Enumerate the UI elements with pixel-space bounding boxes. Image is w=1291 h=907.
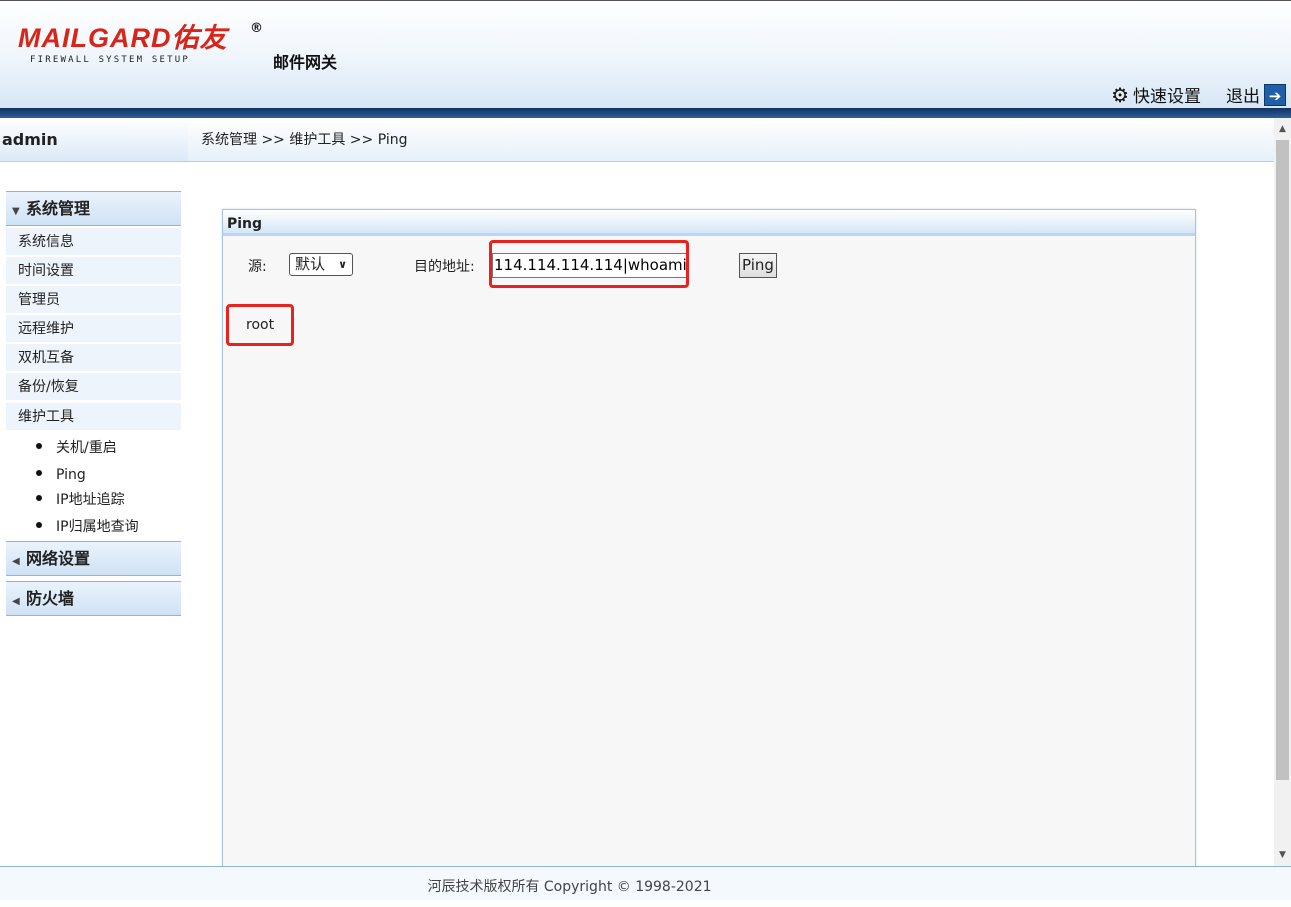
sidebar: admin ▼ 系统管理 系统信息 时间设置 管理员 远程维护 双机互备 备份/恢… bbox=[0, 118, 188, 866]
chevron-down-icon: ∨ bbox=[338, 258, 347, 271]
source-select-value: 默认 bbox=[295, 255, 326, 273]
sidebar-item-maintenance-tools[interactable]: 维护工具 bbox=[6, 403, 181, 431]
logo-subtitle: FIREWALL SYSTEM SETUP bbox=[30, 55, 190, 65]
sidebar-item-backup-restore[interactable]: 备份/恢复 bbox=[6, 373, 181, 401]
current-user: admin bbox=[0, 118, 188, 162]
scroll-down-icon[interactable]: ▼ bbox=[1274, 844, 1291, 866]
section-label: 防火墙 bbox=[26, 589, 75, 608]
caret-left-icon: ◀ bbox=[12, 556, 20, 567]
bullet-icon bbox=[36, 443, 42, 449]
product-name: 邮件网关 bbox=[273, 53, 338, 72]
section-label: 系统管理 bbox=[26, 199, 91, 218]
subitem-label: IP地址追踪 bbox=[56, 492, 125, 508]
ping-result-text: root bbox=[246, 317, 275, 333]
exit-icon: ➔ bbox=[1264, 83, 1286, 106]
sidebar-subitem-ping[interactable]: Ping bbox=[36, 465, 86, 485]
sidebar-item-time-settings[interactable]: 时间设置 bbox=[6, 257, 181, 285]
sidebar-subitem-ip-location[interactable]: IP归属地查询 bbox=[36, 517, 139, 537]
source-label: 源: bbox=[248, 259, 267, 275]
gear-icon: ⚙ bbox=[1111, 82, 1129, 107]
logout-link[interactable]: 退出 ➔ bbox=[1226, 82, 1286, 107]
destination-label: 目的地址: bbox=[414, 259, 475, 275]
header: MAILGARD佑友 ® FIREWALL SYSTEM SETUP 邮件网关 … bbox=[0, 0, 1291, 108]
logo-wordmark: MAILGARD佑友 bbox=[18, 23, 228, 53]
caret-left-icon: ◀ bbox=[12, 596, 20, 607]
quick-setup-label: 快速设置 bbox=[1133, 87, 1201, 107]
scrollbar-thumb[interactable] bbox=[1276, 140, 1289, 780]
quick-setup-link[interactable]: ⚙ 快速设置 bbox=[1111, 82, 1201, 108]
sidebar-item-remote-maintenance[interactable]: 远程维护 bbox=[6, 315, 181, 343]
brand-logo: MAILGARD佑友 ® FIREWALL SYSTEM SETUP bbox=[18, 21, 263, 75]
vertical-scrollbar[interactable]: ▲ ▼ bbox=[1274, 118, 1291, 866]
sidebar-subitem-shutdown-restart[interactable]: 关机/重启 bbox=[36, 438, 117, 458]
sidebar-section-network[interactable]: ◀ 网络设置 bbox=[6, 541, 181, 576]
copyright-text: 河辰技术版权所有 Copyright © 1998-2021 bbox=[427, 879, 712, 895]
sidebar-item-system-info[interactable]: 系统信息 bbox=[6, 228, 181, 256]
sidebar-subitem-ip-trace[interactable]: IP地址追踪 bbox=[36, 490, 125, 510]
caret-down-icon: ▼ bbox=[12, 206, 20, 217]
section-label: 网络设置 bbox=[26, 549, 91, 568]
source-select[interactable]: 默认 ∨ bbox=[289, 253, 353, 276]
registered-mark: ® bbox=[250, 21, 263, 36]
subitem-label: Ping bbox=[56, 467, 86, 483]
sidebar-section-firewall[interactable]: ◀ 防火墙 bbox=[6, 581, 181, 616]
panel-title: Ping bbox=[223, 210, 1195, 236]
subitem-label: IP归属地查询 bbox=[56, 519, 139, 535]
bullet-icon bbox=[36, 522, 42, 528]
scroll-up-icon[interactable]: ▲ bbox=[1274, 118, 1291, 140]
footer: 河辰技术版权所有 Copyright © 1998-2021 bbox=[0, 866, 1291, 900]
destination-input[interactable]: 114.114.114.114|whoami bbox=[492, 253, 688, 278]
ping-button[interactable]: Ping bbox=[739, 253, 777, 278]
ping-panel: Ping 源: 默认 ∨ 目的地址: 114.114.114.114|whoam… bbox=[222, 209, 1196, 869]
bullet-icon bbox=[36, 495, 42, 501]
sidebar-item-admins[interactable]: 管理员 bbox=[6, 286, 181, 314]
bullet-icon bbox=[36, 470, 42, 476]
breadcrumb: 系统管理 >> 维护工具 >> Ping bbox=[188, 118, 1274, 162]
sidebar-section-system[interactable]: ▼ 系统管理 bbox=[6, 191, 181, 226]
logout-label: 退出 bbox=[1226, 87, 1260, 107]
subitem-label: 关机/重启 bbox=[56, 440, 117, 456]
sidebar-item-ha[interactable]: 双机互备 bbox=[6, 344, 181, 372]
header-divider-bar bbox=[0, 108, 1291, 118]
